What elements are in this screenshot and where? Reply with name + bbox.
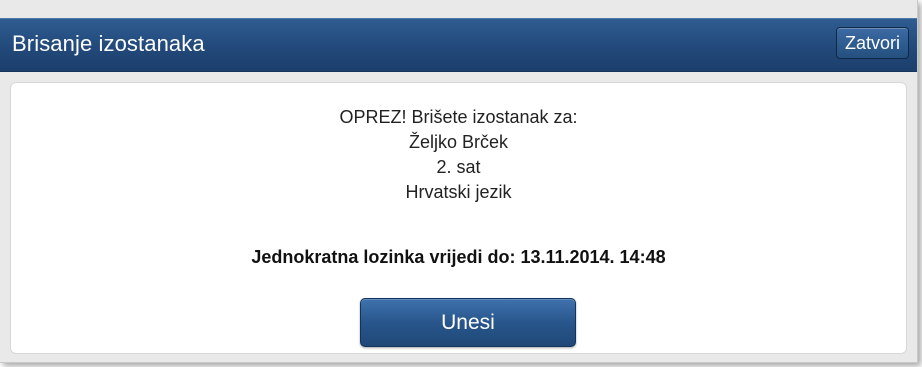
class-period: 2. sat (436, 157, 481, 177)
student-name: Željko Brček (408, 132, 509, 152)
delete-absence-dialog: Brisanje izostanaka Zatvori OPREZ! Briše… (0, 0, 918, 363)
dialog-title: Brisanje izostanaka (12, 31, 205, 56)
warning-text: OPREZ! Brišete izostanak za: (339, 107, 578, 127)
submit-button[interactable]: Unesi (360, 298, 576, 347)
one-time-password-expiry: Jednokratna lozinka vrijedi do: 13.11.20… (251, 247, 666, 267)
subject-name: Hrvatski jezik (405, 182, 512, 202)
warning-message: OPREZ! Brišete izostanak za: Željko Brče… (11, 105, 906, 205)
dialog-titlebar: Brisanje izostanaka Zatvori (0, 18, 917, 72)
close-button[interactable]: Zatvori (835, 27, 909, 59)
dialog-content: OPREZ! Brišete izostanak za: Željko Brče… (10, 82, 907, 354)
